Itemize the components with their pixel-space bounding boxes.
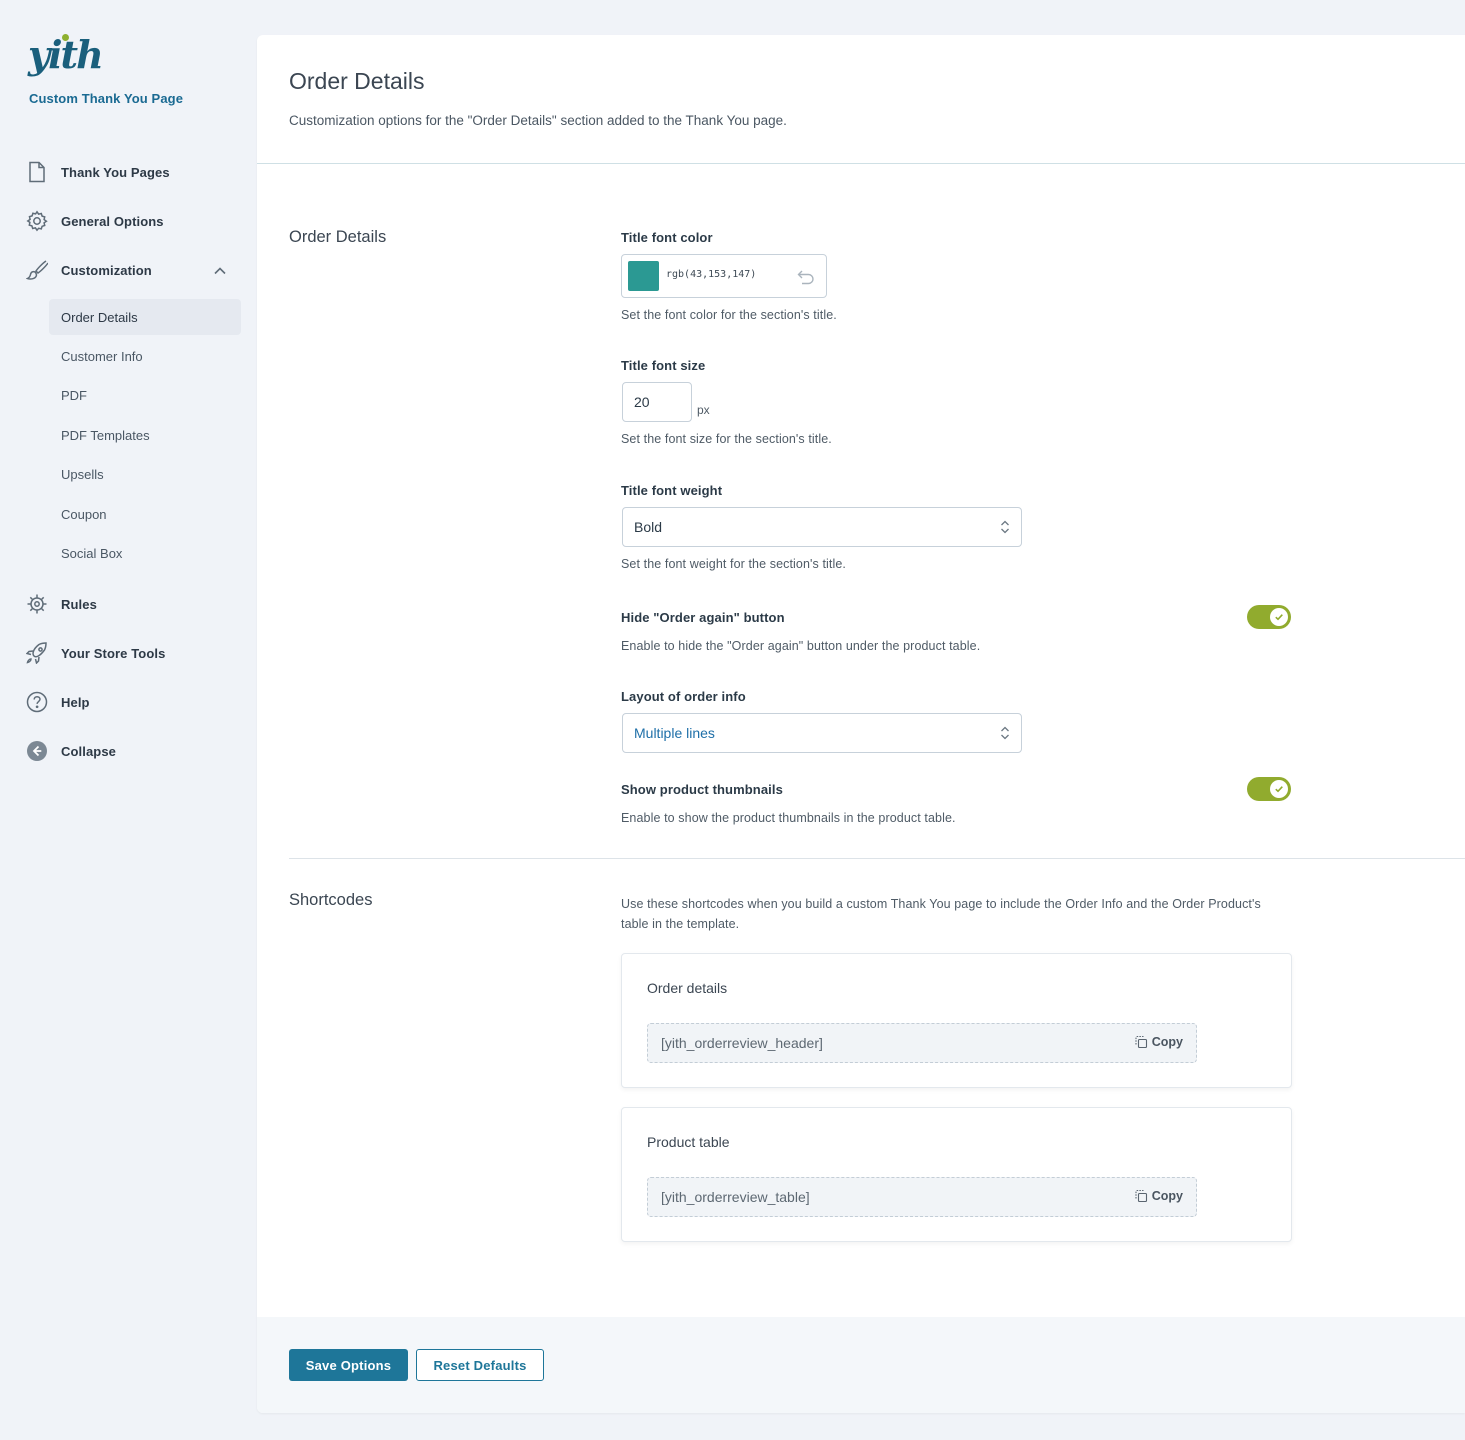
title-font-weight-desc: Set the font weight for the section's ti…: [621, 557, 846, 571]
title-font-color-label: Title font color: [621, 230, 713, 245]
section-divider: [289, 858, 1465, 859]
subnav-pdf-templates[interactable]: PDF Templates: [49, 417, 241, 453]
show-thumbnails-label: Show product thumbnails: [621, 782, 783, 797]
layout-order-info-select[interactable]: Multiple lines: [622, 713, 1022, 753]
hide-order-again-toggle[interactable]: [1247, 605, 1291, 629]
subnav-upsells[interactable]: Upsells: [49, 456, 241, 492]
save-options-button[interactable]: Save Options: [289, 1349, 408, 1381]
shortcode-field[interactable]: [yith_orderreview_header] Copy: [647, 1023, 1197, 1063]
gear-icon: [24, 208, 50, 234]
sidebar-item-your-store-tools[interactable]: Your Store Tools: [24, 638, 165, 668]
subnav-order-details[interactable]: Order Details: [49, 299, 241, 335]
shortcode-code[interactable]: [yith_orderreview_header]: [661, 1035, 823, 1051]
page-title: Order Details: [289, 68, 425, 94]
main-panel: Order Details Customization options for …: [257, 35, 1465, 1413]
sidebar: yith Custom Thank You Page Thank You Pag…: [0, 0, 257, 1440]
subnav-social-box[interactable]: Social Box: [49, 535, 241, 571]
select-arrows-icon: [1001, 520, 1009, 534]
title-font-color-picker[interactable]: rgb(43,153,147): [621, 254, 827, 298]
subnav-coupon[interactable]: Coupon: [49, 496, 241, 532]
show-thumbnails-desc: Enable to show the product thumbnails in…: [621, 811, 956, 825]
section-title-shortcodes: Shortcodes: [289, 891, 373, 909]
reset-defaults-button[interactable]: Reset Defaults: [416, 1349, 544, 1381]
header-divider: [257, 163, 1465, 164]
select-arrows-icon: [1001, 726, 1009, 740]
title-font-size-desc: Set the font size for the section's titl…: [621, 432, 832, 446]
page-description: Customization options for the "Order Det…: [289, 113, 787, 128]
shortcode-field[interactable]: [yith_orderreview_table] Copy: [647, 1177, 1197, 1217]
help-icon: [24, 689, 50, 715]
hide-order-again-label: Hide "Order again" button: [621, 610, 785, 625]
shortcodes-intro: Use these shortcodes when you build a cu…: [621, 897, 1261, 931]
sidebar-item-collapse[interactable]: Collapse: [24, 736, 116, 766]
color-value[interactable]: rgb(43,153,147): [666, 269, 756, 280]
title-font-color-desc: Set the font color for the section's tit…: [621, 308, 837, 322]
sidebar-item-rules[interactable]: Rules: [24, 589, 97, 619]
copy-button[interactable]: Copy: [1134, 1189, 1183, 1203]
hide-order-again-desc: Enable to hide the "Order again" button …: [621, 639, 981, 653]
form-footer: Save Options Reset Defaults: [257, 1317, 1465, 1413]
sidebar-item-general-options[interactable]: General Options: [24, 206, 164, 236]
sidebar-item-thank-you-pages[interactable]: Thank You Pages: [24, 157, 170, 187]
color-swatch[interactable]: [628, 261, 659, 291]
title-font-weight-select[interactable]: Bold: [622, 507, 1022, 547]
shortcode-box-order-details: Order details [yith_orderreview_header] …: [621, 953, 1292, 1088]
yith-logo: yith: [28, 32, 104, 77]
font-size-unit: px: [697, 403, 710, 417]
layout-order-info-label: Layout of order info: [621, 689, 746, 704]
collapse-icon: [24, 738, 50, 764]
subnav-pdf[interactable]: PDF: [49, 377, 241, 413]
check-icon: [1275, 786, 1283, 793]
subnav-customer-info[interactable]: Customer Info: [49, 338, 241, 374]
document-icon: [24, 159, 50, 185]
title-font-size-input[interactable]: 20: [622, 382, 692, 422]
copy-icon: [1135, 1189, 1147, 1203]
check-icon: [1275, 614, 1283, 621]
shortcode-code[interactable]: [yith_orderreview_table]: [661, 1189, 810, 1205]
sidebar-item-help[interactable]: Help: [24, 687, 90, 717]
rocket-icon: [24, 640, 50, 666]
shortcode-box-product-table: Product table [yith_orderreview_table] C…: [621, 1107, 1292, 1242]
copy-icon: [1135, 1035, 1147, 1049]
brush-icon: [24, 257, 50, 283]
reset-color-icon[interactable]: [796, 268, 816, 286]
sidebar-item-customization[interactable]: Customization: [24, 255, 152, 285]
layout-order-info-value: Multiple lines: [634, 725, 715, 741]
title-font-size-label: Title font size: [621, 358, 706, 373]
shortcode-title: Product table: [647, 1134, 730, 1150]
shortcode-title: Order details: [647, 980, 728, 996]
copy-button[interactable]: Copy: [1134, 1035, 1183, 1049]
plugin-name: Custom Thank You Page: [29, 91, 184, 106]
section-title-order-details: Order Details: [289, 228, 387, 246]
cog-rules-icon: [24, 591, 50, 617]
chevron-up-icon[interactable]: [212, 263, 228, 279]
title-font-weight-label: Title font weight: [621, 483, 723, 498]
title-font-weight-value: Bold: [634, 519, 663, 535]
show-thumbnails-toggle[interactable]: [1247, 777, 1291, 801]
